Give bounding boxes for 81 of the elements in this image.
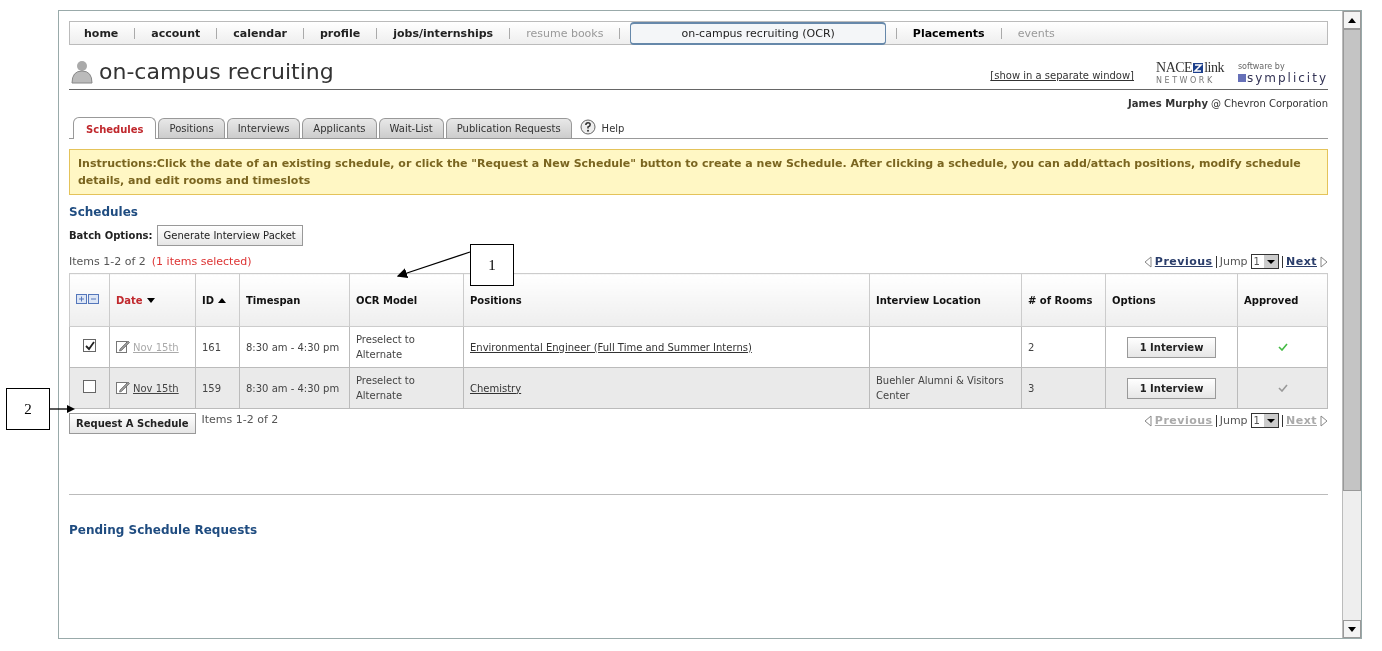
tab[interactable]: Applicants [302, 118, 377, 138]
next-arrow-icon [1320, 414, 1328, 427]
next-arrow-icon [1320, 255, 1328, 268]
previous-link[interactable]: Previous [1154, 255, 1213, 268]
tab[interactable]: Wait-List [378, 118, 444, 138]
table-cell: 2 [1021, 326, 1106, 368]
jump-label: Jump [1219, 255, 1248, 268]
logo-text: link [1204, 60, 1224, 76]
selected-count: (1 items selected) [151, 255, 252, 268]
person-icon [69, 59, 95, 85]
nav-link[interactable]: jobs/internships [387, 23, 500, 43]
row-checkbox[interactable] [83, 339, 96, 353]
table-cell: 3 [1021, 367, 1106, 409]
column-header[interactable]: Timespan [239, 273, 350, 327]
table-cell: Preselect to Alternate [349, 367, 464, 409]
items-count: Items 1-2 of 2 [69, 255, 146, 268]
separate-window-link[interactable]: [show in a separate window] [990, 70, 1134, 81]
table-cell: 8:30 am - 4:30 pm [239, 326, 350, 368]
table-cell: Buehler Alumni & Visitors Center [869, 367, 1022, 409]
nav-link[interactable]: calendar [227, 23, 293, 43]
edit-icon[interactable] [116, 380, 130, 394]
logo-text: NACE [1156, 60, 1193, 76]
scrollbar[interactable] [1342, 11, 1361, 638]
company-name: Chevron Corporation [1224, 98, 1328, 109]
logo-subtext: software by [1237, 62, 1286, 71]
table-cell: 161 [195, 326, 240, 368]
table-cell: 159 [195, 367, 240, 409]
callout-box: 1 [470, 244, 514, 286]
nav-link[interactable]: account [145, 23, 207, 43]
table-cell: 8:30 am - 4:30 pm [239, 367, 350, 409]
generate-packet-button[interactable]: Generate Interview Packet [156, 225, 303, 246]
scroll-down-icon[interactable] [1348, 626, 1356, 632]
column-header[interactable]: OCR Model [349, 273, 464, 327]
tab[interactable]: Positions [158, 118, 225, 138]
page-title: on-campus recruiting [99, 59, 334, 85]
logo-mark-icon [1237, 74, 1246, 82]
column-header[interactable]: Options [1105, 273, 1238, 327]
interview-button[interactable]: 1 Interview [1126, 377, 1217, 399]
row-checkbox[interactable] [83, 379, 96, 393]
previous-arrow-icon [1143, 255, 1152, 268]
expand-collapse-icon[interactable] [76, 294, 100, 304]
next-link[interactable]: Next [1285, 255, 1317, 268]
logo-subtext: N E T W O R K [1156, 76, 1214, 85]
callout-box: 2 [6, 388, 50, 430]
nav-link[interactable]: profile [314, 23, 367, 43]
callout-arrow [50, 404, 76, 414]
nav-link[interactable]: Placements [906, 23, 991, 43]
expand-collapse-icon-cell[interactable] [69, 273, 110, 327]
help-link[interactable]: Help [601, 123, 625, 134]
column-header[interactable]: ID [195, 273, 240, 327]
jump-label: Jump [1219, 414, 1248, 427]
position-link[interactable]: Environmental Engineer (Full Time and Summer Interns) [470, 341, 752, 353]
column-header[interactable]: Approved [1237, 273, 1328, 327]
user-name: James Murphy [1128, 98, 1208, 109]
interview-button[interactable]: 1 Interview [1126, 336, 1217, 358]
column-header[interactable]: Positions [463, 273, 870, 327]
table-cell: Preselect to Alternate [349, 326, 464, 368]
nav-link[interactable]: on-campus recruiting (OCR) [630, 21, 886, 45]
scroll-up-icon[interactable] [1348, 17, 1356, 23]
items-count: Items 1-2 of 2 [201, 413, 279, 426]
section-title: Schedules [69, 205, 139, 219]
tab[interactable]: Publication Requests [445, 118, 572, 138]
tab[interactable]: Schedules [73, 117, 157, 139]
at-sign: @ [1211, 98, 1221, 109]
request-schedule-button[interactable]: Request A Schedule [69, 413, 196, 434]
column-header[interactable]: # of Rooms [1021, 273, 1106, 327]
page-select[interactable]: 1 [1250, 254, 1279, 269]
date-link[interactable]: Nov 15th [133, 383, 179, 394]
logo-text: symplicity [1246, 71, 1328, 85]
batch-label: Batch Options: [69, 230, 153, 241]
column-header[interactable]: Date [109, 273, 196, 327]
help-icon[interactable] [579, 119, 596, 135]
section-title: Pending Schedule Requests [69, 523, 259, 537]
position-link[interactable]: Chemistry [470, 382, 522, 394]
previous-arrow-icon [1143, 414, 1152, 427]
logo-mark-icon [1193, 63, 1204, 73]
column-header[interactable]: Interview Location [869, 273, 1022, 327]
tab[interactable]: Interviews [226, 118, 301, 138]
edit-icon[interactable] [116, 339, 130, 353]
nav-link[interactable]: home [78, 23, 125, 43]
instructions-box: Instructions:Click the date of an existing schedule, or click the "Request a New Schedule" button to create a new Schedule. After clicking a schedule, you can add/attach positions, modify schedule details, and edit rooms and timeslots [69, 149, 1328, 195]
